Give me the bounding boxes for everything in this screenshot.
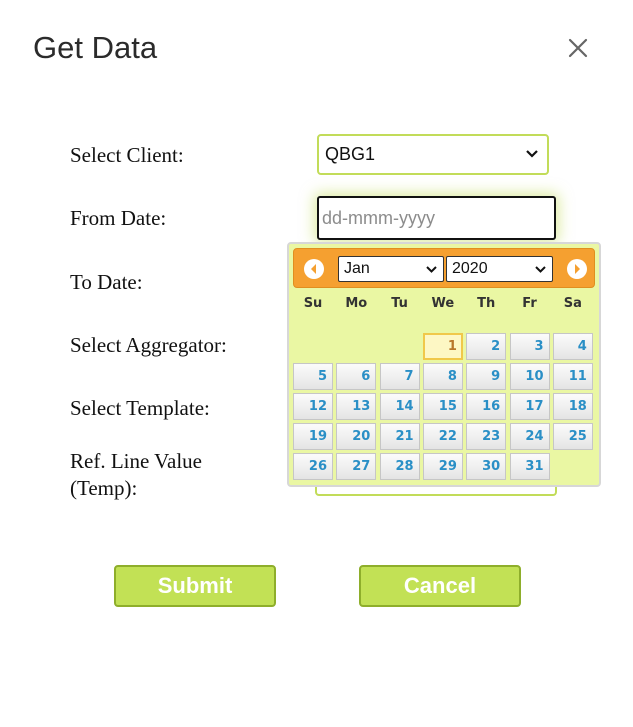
chevron-down-icon [535,266,546,273]
ref-line-value-label: Ref. Line Value (Temp): [70,448,202,502]
ref-line-label-line2: (Temp): [70,476,138,500]
calendar-day[interactable]: 9 [466,363,507,390]
calendar-day[interactable]: 8 [422,363,463,390]
calendar-day[interactable]: 2 [466,333,507,360]
calendar-day[interactable]: 1 [422,333,463,360]
chevron-down-icon [426,266,437,273]
calendar-day[interactable]: 17 [509,393,550,420]
weekday-header: Su [303,296,323,311]
client-select[interactable]: QBG1 [317,134,549,175]
cancel-button[interactable]: Cancel [359,565,521,607]
calendar-day[interactable]: 6 [336,363,377,390]
calendar-day[interactable]: 11 [552,363,593,390]
close-button[interactable] [566,36,590,60]
prev-month-button[interactable] [304,259,324,279]
close-icon [568,38,588,58]
from-date-input[interactable]: dd-mmm-yyyy [317,196,556,240]
month-select[interactable]: Jan [338,256,444,282]
chevron-down-icon [526,150,538,158]
calendar-day[interactable]: 31 [509,453,550,480]
year-select-value: 2020 [452,260,488,277]
datepicker-popup: Jan 2020 Su Mo Tu We Th Fr Sa 1 2 3 4 5 6 7 8 9 10 11 12 13… [287,242,601,487]
calendar-day[interactable]: 27 [336,453,377,480]
month-select-value: Jan [344,260,370,277]
weekday-header: Sa [563,296,582,311]
weekday-header: Tu [391,296,408,311]
calendar-day[interactable]: 18 [552,393,593,420]
from-date-label: From Date: [70,206,167,230]
client-select-value: QBG1 [325,144,376,164]
calendar-day[interactable]: 29 [422,453,463,480]
calendar-day[interactable]: 19 [293,423,333,450]
calendar-day[interactable]: 22 [422,423,463,450]
select-aggregator-label: Select Aggregator: [70,333,227,357]
calendar-day[interactable]: 16 [466,393,507,420]
weekday-header: We [431,296,455,311]
next-month-button[interactable] [567,259,587,279]
select-client-label: Select Client: [70,143,184,167]
calendar-day[interactable]: 23 [466,423,507,450]
calendar-day[interactable]: 4 [552,333,593,360]
ref-line-label-line1: Ref. Line Value [70,449,202,473]
calendar-day[interactable]: 12 [293,393,333,420]
calendar-day[interactable]: 24 [509,423,550,450]
year-select[interactable]: 2020 [446,256,553,282]
calendar-day[interactable]: 30 [466,453,507,480]
calendar-day[interactable]: 26 [293,453,333,480]
arrow-right-icon [575,264,580,274]
weekday-header: Th [477,296,496,311]
calendar-day[interactable]: 14 [379,393,420,420]
calendar-day[interactable]: 15 [422,393,463,420]
calendar-day[interactable]: 10 [509,363,550,390]
calendar-day[interactable]: 13 [336,393,377,420]
submit-button[interactable]: Submit [114,565,276,607]
to-date-label: To Date: [70,270,143,294]
weekday-header: Fr [522,296,537,311]
calendar-day[interactable]: 25 [552,423,593,450]
arrow-left-icon [311,264,316,274]
calendar-day[interactable]: 28 [379,453,420,480]
calendar-day[interactable]: 5 [293,363,333,390]
datepicker-header: Jan 2020 [293,248,595,288]
select-template-label: Select Template: [70,396,210,420]
calendar-day[interactable]: 7 [379,363,420,390]
from-date-placeholder: dd-mmm-yyyy [322,208,435,228]
calendar-day[interactable]: 3 [509,333,550,360]
calendar-day[interactable]: 20 [336,423,377,450]
calendar-day[interactable]: 21 [379,423,420,450]
weekday-header: Mo [345,296,368,311]
dialog-title: Get Data [33,30,158,65]
